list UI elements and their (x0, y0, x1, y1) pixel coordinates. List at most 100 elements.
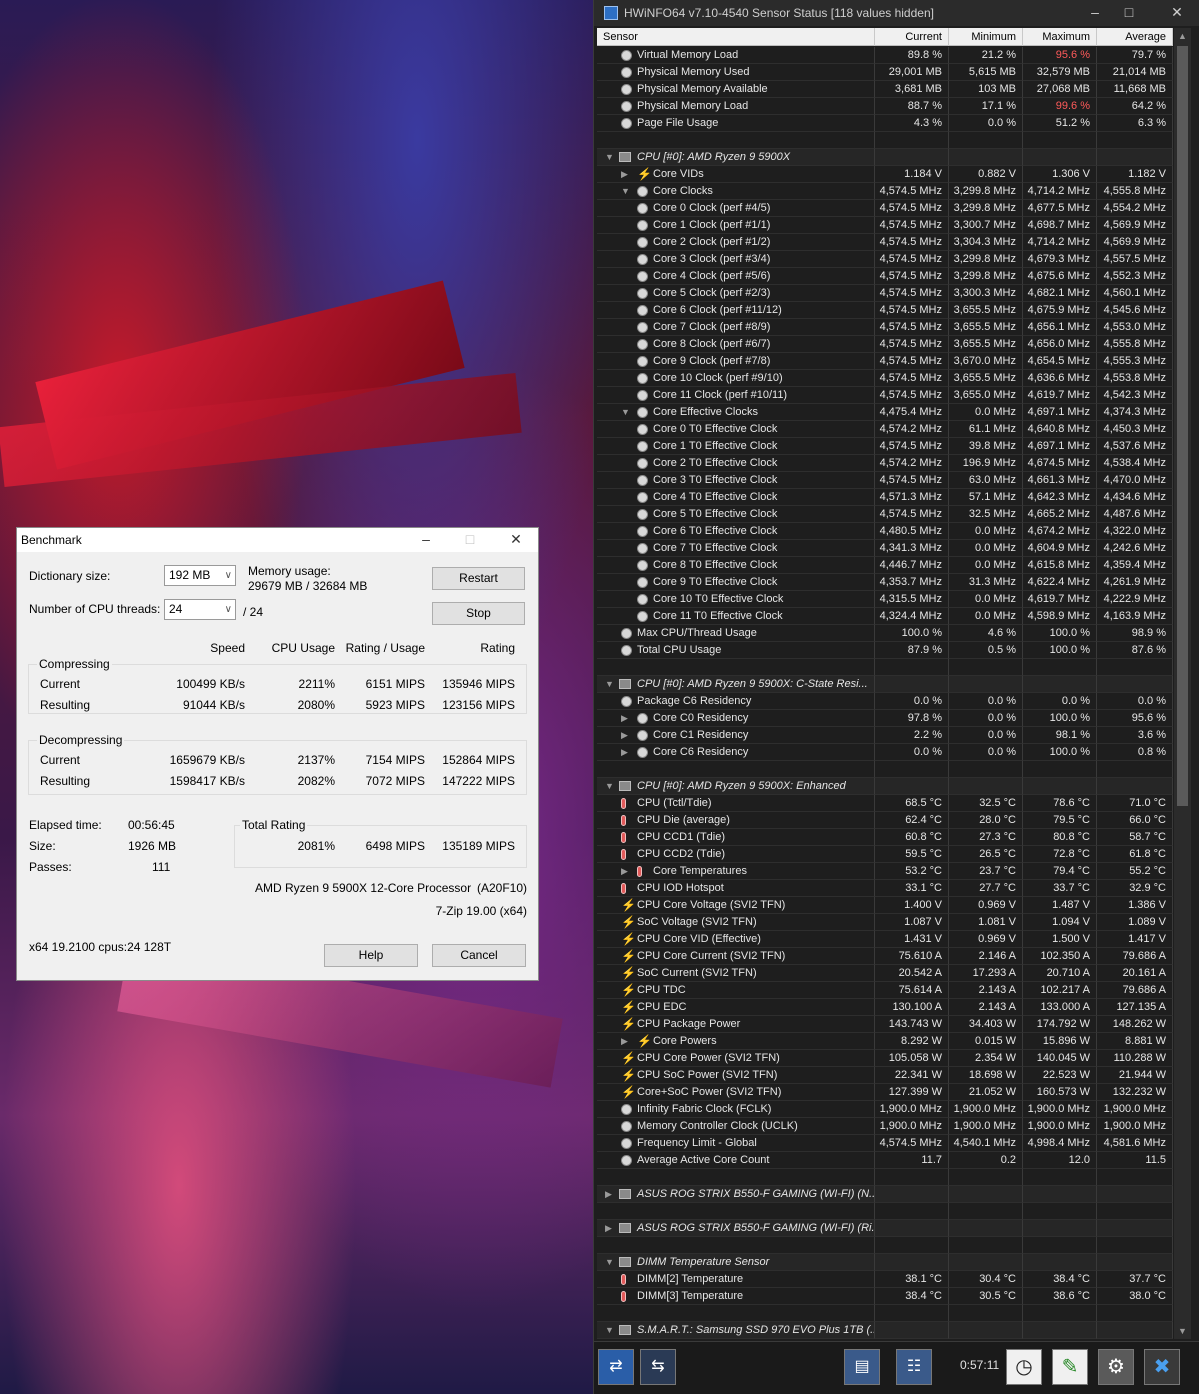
sensor-row[interactable]: ⚡ CPU Core Voltage (SVI2 TFN) 1.400 V 0.969… (597, 897, 1173, 914)
scrollbar-thumb[interactable] (1177, 46, 1188, 806)
sensor-group-row[interactable]: ▼ DIMM Temperature Sensor (597, 1254, 1173, 1271)
sensor-row[interactable]: ⚡ CPU SoC Power (SVI2 TFN) 22.341 W 18.698 … (597, 1067, 1173, 1084)
sensor-row[interactable]: ▶ ⚡ Core Powers 8.292 W 0.015 W 15.896 W 8.881… (597, 1033, 1173, 1050)
settings-gear-icon[interactable]: ⚙ (1098, 1349, 1134, 1385)
sensor-row[interactable]: Physical Memory Load 88.7 % 17.1 % 99.6 % 64… (597, 98, 1173, 115)
sensor-row[interactable]: Core 4 Clock (perf #5/6) 4,574.5 MHz 3,299… (597, 268, 1173, 285)
sensor-row[interactable]: ▶ Core C1 Residency 2.2 % 0.0 % 98.1 % 3.6 % (597, 727, 1173, 744)
sensor-row[interactable]: Core 7 T0 Effective Clock 4,341.3 MHz 0.0 … (597, 540, 1173, 557)
sensor-row[interactable]: Core 10 Clock (perf #9/10) 4,574.5 MHz 3,6… (597, 370, 1173, 387)
sensor-row[interactable]: Core 2 Clock (perf #1/2) 4,574.5 MHz 3,304… (597, 234, 1173, 251)
hwinfo-title-bar[interactable]: HWiNFO64 v7.10-4540 Sensor Status [118 v… (594, 0, 1199, 26)
sensor-row[interactable]: ▶ ⚡ Core VIDs 1.184 V 0.882 V 1.306 V 1.182 V (597, 166, 1173, 183)
sensor-row[interactable]: Core 4 T0 Effective Clock 4,571.3 MHz 57.1… (597, 489, 1173, 506)
sensor-row[interactable]: DIMM[2] Temperature 38.1 °C 30.4 °C 38.4 °C… (597, 1271, 1173, 1288)
sensor-row[interactable]: Frequency Limit - Global 4,574.5 MHz 4,540… (597, 1135, 1173, 1152)
sensor-row[interactable]: Core 1 Clock (perf #1/1) 4,574.5 MHz 3,300… (597, 217, 1173, 234)
sensor-group-row[interactable]: ▼ CPU [#0]: AMD Ryzen 9 5900X: Enhanced (597, 778, 1173, 795)
sensor-row[interactable]: Core 9 Clock (perf #7/8) 4,574.5 MHz 3,670… (597, 353, 1173, 370)
close-button[interactable]: ✕ (493, 528, 539, 552)
restart-button[interactable]: Restart (432, 567, 525, 590)
sensor-row[interactable]: Physical Memory Available 3,681 MB 103 MB 2… (597, 81, 1173, 98)
sensor-row[interactable]: CPU CCD1 (Tdie) 60.8 °C 27.3 °C 80.8 °C 58.7… (597, 829, 1173, 846)
sensor-row[interactable]: ▶ Core C6 Residency 0.0 % 0.0 % 100.0 % 0.8 % (597, 744, 1173, 761)
column-current[interactable]: Current (875, 28, 949, 46)
sensor-row[interactable]: ⚡ CPU EDC 130.100 A 2.143 A 133.000 A 127.135… (597, 999, 1173, 1016)
sensor-group-row[interactable]: ▼ CPU [#0]: AMD Ryzen 9 5900X: C-State Re… (597, 676, 1173, 693)
sensor-row[interactable]: ⚡ CPU TDC 75.614 A 2.143 A 102.217 A 79.686 A (597, 982, 1173, 999)
monitor-report-icon[interactable]: ▤ (844, 1349, 880, 1385)
stop-button[interactable]: Stop (432, 602, 525, 625)
column-minimum[interactable]: Minimum (949, 28, 1023, 46)
sensor-row[interactable]: CPU Die (average) 62.4 °C 28.0 °C 79.5 °C 66… (597, 812, 1173, 829)
network-icon[interactable]: ☷ (896, 1349, 932, 1385)
sensor-row[interactable]: ▶ Core C0 Residency 97.8 % 0.0 % 100.0 % 95.6… (597, 710, 1173, 727)
column-maximum[interactable]: Maximum (1023, 28, 1097, 46)
sensor-row[interactable]: ▼ Core Clocks 4,574.5 MHz 3,299.8 MHz 4,714.… (597, 183, 1173, 200)
sensor-row[interactable]: ⚡ CPU Package Power 143.743 W 34.403 W 174.7… (597, 1016, 1173, 1033)
sensor-row[interactable]: Core 8 T0 Effective Clock 4,446.7 MHz 0.0 … (597, 557, 1173, 574)
help-button[interactable]: Help (324, 944, 418, 967)
sensor-row[interactable]: Core 11 Clock (perf #10/11) 4,574.5 MHz 3,… (597, 387, 1173, 404)
sensor-row[interactable]: Core 7 Clock (perf #8/9) 4,574.5 MHz 3,655… (597, 319, 1173, 336)
sensor-row[interactable]: Core 3 Clock (perf #3/4) 4,574.5 MHz 3,299… (597, 251, 1173, 268)
sensor-row[interactable]: CPU CCD2 (Tdie) 59.5 °C 26.5 °C 72.8 °C 61.8… (597, 846, 1173, 863)
sensor-row[interactable]: Package C6 Residency 0.0 % 0.0 % 0.0 % 0.0 % (597, 693, 1173, 710)
sensor-group-row[interactable]: ▼ CPU [#0]: AMD Ryzen 9 5900X (597, 149, 1173, 166)
sensor-group-row[interactable]: ▶ ASUS ROG STRIX B550-F GAMING (WI-FI) (R… (597, 1220, 1173, 1237)
sensor-group-row[interactable]: ▶ ASUS ROG STRIX B550-F GAMING (WI-FI) (N… (597, 1186, 1173, 1203)
column-sensor[interactable]: Sensor (597, 28, 875, 46)
dictionary-size-select[interactable]: 192 MB ∨ (164, 565, 236, 586)
sensor-row[interactable]: Average Active Core Count 11.7 0.2 12.0 11.5 (597, 1152, 1173, 1169)
benchmark-title-bar[interactable]: Benchmark – □ ✕ (17, 528, 538, 552)
cancel-button[interactable]: Cancel (432, 944, 526, 967)
minimize-button[interactable]: – (403, 528, 449, 552)
sensor-row[interactable]: CPU (Tctl/Tdie) 68.5 °C 32.5 °C 78.6 °C 71.0… (597, 795, 1173, 812)
sensor-row[interactable]: Core 5 Clock (perf #2/3) 4,574.5 MHz 3,300… (597, 285, 1173, 302)
maximize-button[interactable]: □ (1106, 0, 1152, 26)
vertical-scrollbar[interactable]: ▲ ▼ (1174, 28, 1191, 1339)
sensor-row[interactable]: ⚡ CPU Core VID (Effective) 1.431 V 0.969 V1… (597, 931, 1173, 948)
sensor-row[interactable]: Core 8 Clock (perf #6/7) 4,574.5 MHz 3,655… (597, 336, 1173, 353)
sensor-row[interactable]: Page File Usage 4.3 % 0.0 % 51.2 % 6.3 % (597, 115, 1173, 132)
sensor-row[interactable]: Core 6 T0 Effective Clock 4,480.5 MHz 0.0 … (597, 523, 1173, 540)
sensor-row[interactable]: Core 5 T0 Effective Clock 4,574.5 MHz 32.5… (597, 506, 1173, 523)
close-button[interactable]: ✕ (1154, 0, 1199, 26)
sensor-row[interactable]: Total CPU Usage 87.9 % 0.5 % 100.0 % 87.6 % (597, 642, 1173, 659)
close-x-icon[interactable]: ✖ (1144, 1349, 1180, 1385)
sensor-row[interactable]: ⚡ SoC Current (SVI2 TFN) 20.542 A 17.293 A2… (597, 965, 1173, 982)
sensor-row[interactable]: Virtual Memory Load 89.8 % 21.2 % 95.6 % 79.… (597, 47, 1173, 64)
column-average[interactable]: Average (1097, 28, 1173, 46)
sensor-row[interactable]: Core 0 T0 Effective Clock 4,574.2 MHz 61.1… (597, 421, 1173, 438)
sensor-group-row[interactable]: ▼ S.M.A.R.T.: Samsung SSD 970 EVO Plus 1T… (597, 1322, 1173, 1339)
sensor-row[interactable]: ⚡ SoC Voltage (SVI2 TFN) 1.087 V 1.081 V 1.0… (597, 914, 1173, 931)
sensor-row[interactable]: ⚡ CPU Core Current (SVI2 TFN) 75.610 A 2.14… (597, 948, 1173, 965)
arrows-collapse-icon[interactable]: ⇆ (640, 1349, 676, 1385)
sensor-row[interactable]: ⚡ CPU Core Power (SVI2 TFN) 105.058 W 2.354… (597, 1050, 1173, 1067)
sensor-minimum: 196.9 MHz (949, 455, 1023, 472)
sensor-list[interactable]: Virtual Memory Load 89.8 % 21.2 % 95.6 % 79.… (597, 47, 1173, 1339)
sensor-row[interactable]: Infinity Fabric Clock (FCLK) 1,900.0 MHz 1… (597, 1101, 1173, 1118)
scroll-down-icon[interactable]: ▼ (1174, 1323, 1191, 1339)
sensor-row[interactable]: Core 0 Clock (perf #4/5) 4,574.5 MHz 3,299… (597, 200, 1173, 217)
log-file-icon[interactable]: ✎ (1052, 1349, 1088, 1385)
sensor-row[interactable]: DIMM[3] Temperature 38.4 °C 30.5 °C 38.6 °C… (597, 1288, 1173, 1305)
clock-icon[interactable]: ◷ (1006, 1349, 1042, 1385)
sensor-row[interactable]: Core 9 T0 Effective Clock 4,353.7 MHz 31.3… (597, 574, 1173, 591)
sensor-row[interactable]: Memory Controller Clock (UCLK) 1,900.0 MH… (597, 1118, 1173, 1135)
sensor-row[interactable]: Physical Memory Used 29,001 MB 5,615 MB 32,… (597, 64, 1173, 81)
sensor-row[interactable]: ▼ Core Effective Clocks 4,475.4 MHz 0.0 MHz… (597, 404, 1173, 421)
cpu-threads-select[interactable]: 24 ∨ (164, 599, 236, 620)
sensor-row[interactable]: Core 1 T0 Effective Clock 4,574.5 MHz 39.8… (597, 438, 1173, 455)
sensor-row[interactable]: CPU IOD Hotspot 33.1 °C 27.7 °C 33.7 °C 32.9… (597, 880, 1173, 897)
sensor-row[interactable]: Core 11 T0 Effective Clock 4,324.4 MHz 0.0… (597, 608, 1173, 625)
sensor-row[interactable]: Core 3 T0 Effective Clock 4,574.5 MHz 63.0… (597, 472, 1173, 489)
sensor-row[interactable]: Core 2 T0 Effective Clock 4,574.2 MHz 196.… (597, 455, 1173, 472)
sensor-row[interactable]: Core 10 T0 Effective Clock 4,315.5 MHz 0.0… (597, 591, 1173, 608)
sensor-row[interactable]: ⚡ Core+SoC Power (SVI2 TFN) 127.399 W 21.05… (597, 1084, 1173, 1101)
sensor-row[interactable]: ▶ Core Temperatures 53.2 °C 23.7 °C 79.4 °C 5… (597, 863, 1173, 880)
arrows-left-right-icon[interactable]: ⇄ (598, 1349, 634, 1385)
sensor-row[interactable]: Max CPU/Thread Usage 100.0 % 4.6 % 100.0 % 9… (597, 625, 1173, 642)
scroll-up-icon[interactable]: ▲ (1174, 28, 1191, 44)
sensor-row[interactable]: Core 6 Clock (perf #11/12) 4,574.5 MHz 3,6… (597, 302, 1173, 319)
